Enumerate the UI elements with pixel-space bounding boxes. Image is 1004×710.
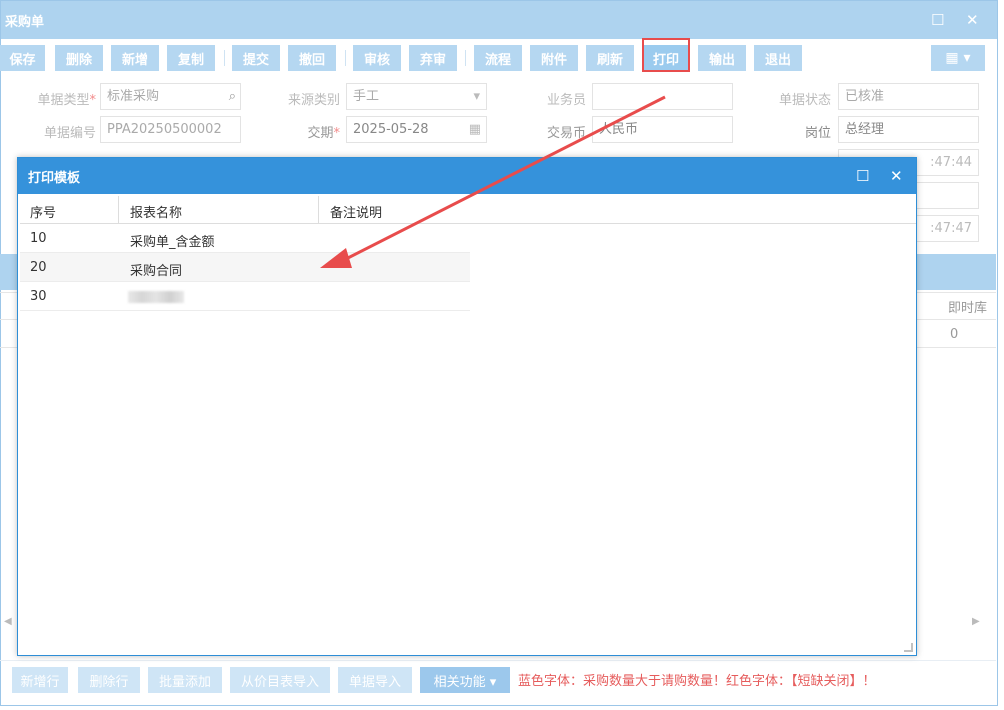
toolbar: 保存 删除 新增 复制 提交 撤回 审核 弃审 流程 附件 刷新 打印 输出 退… [0,40,996,76]
exit-button[interactable]: 退出 [754,45,802,71]
grid-icon: ▦ ▾ [945,50,971,66]
unapprove-button[interactable]: 弃审 [409,45,457,71]
delivery-label: 交期* [262,122,340,141]
position-label: 岗位 [804,126,831,141]
toolbar-divider [465,50,466,66]
doc-status-label: 单据状态 [778,93,831,108]
row-no: 20 [30,260,47,275]
column-divider [118,196,119,224]
table-row[interactable]: 20 采购合同 [20,253,470,282]
delivery-label-text: 交期 [307,126,334,141]
refresh-button[interactable]: 刷新 [586,45,634,71]
table-row[interactable]: 30 [20,282,470,311]
window-title-bar: 采购单 ☐ ✕ [1,1,997,39]
column-divider [318,196,319,224]
doc-type-label: 单据类型* [20,89,96,108]
import-from-pricelist-button[interactable]: 从价目表导入 [230,667,330,693]
withdraw-button[interactable]: 撤回 [288,45,336,71]
delete-button[interactable]: 删除 [55,45,103,71]
doc-no-field: PPA20250500002 [100,116,241,143]
column-header-note[interactable]: 备注说明 [330,202,382,221]
doc-import-button[interactable]: 单据导入 [338,667,412,693]
row-name: 采购单_含金额 [130,235,215,250]
row-name: 采购合同 [130,264,183,279]
export-button[interactable]: 输出 [698,45,746,71]
delivery-date-value: 2025-05-28 [353,122,429,137]
salesperson-label: 业务员 [546,93,586,108]
dialog-title-bar: 打印模板 ☐ ✕ [18,158,916,194]
delete-row-button[interactable]: 删除行 [78,667,140,693]
resize-handle-icon[interactable] [904,643,913,652]
currency-field[interactable]: 人民币 [592,116,733,143]
stock-column-header: 即时库 [948,301,988,316]
maximize-icon[interactable]: ☐ [856,167,869,185]
required-mark: * [89,93,97,108]
submit-button[interactable]: 提交 [232,45,280,71]
attachment-button[interactable]: 附件 [530,45,578,71]
template-table: 序号 报表名称 备注说明 10 采购单_含金额 20 采购合同 30 [20,196,916,311]
chevron-down-icon: ▾ [473,89,480,104]
scroll-right-icon[interactable]: ▶ [972,616,980,627]
related-functions-button[interactable]: 相关功能 ▾ [420,667,510,693]
toolbar-divider [224,50,225,66]
layout-menu-button[interactable]: ▦ ▾ [931,45,985,71]
redacted-text [128,291,184,303]
delivery-date-field[interactable]: 2025-05-28 ▦ [346,116,487,143]
currency-label: 交易币 [546,126,586,141]
window-title: 采购单 [5,14,45,30]
workflow-button[interactable]: 流程 [474,45,522,71]
close-icon[interactable]: ✕ [890,167,903,185]
source-type-value: 手工 [353,89,380,104]
print-highlight-box [642,38,690,72]
close-icon[interactable]: ✕ [966,11,979,29]
search-icon[interactable]: ⌕ [229,84,236,109]
new-button[interactable]: 新增 [111,45,159,71]
source-type-select[interactable]: 手工 ▾ [346,83,487,110]
column-header-no[interactable]: 序号 [30,202,56,221]
maximize-icon[interactable]: ☐ [931,11,944,29]
print-template-dialog: 打印模板 ☐ ✕ 序号 报表名称 备注说明 10 采购单_含金额 20 采购合同… [17,157,917,656]
source-type-label: 来源类别 [287,93,340,108]
doc-type-value: 标准采购 [107,89,160,104]
column-header-name[interactable]: 报表名称 [130,202,182,221]
dialog-title: 打印模板 [28,170,81,186]
doc-no-label: 单据编号 [43,126,96,141]
row-no: 10 [30,231,47,246]
doc-type-label-text: 单据类型 [37,93,90,108]
color-legend-hint: 蓝色字体：采购数量大于请购数量！红色字体：【短缺关闭】！ [518,674,876,689]
table-header: 序号 报表名称 备注说明 [20,196,916,224]
approve-button[interactable]: 审核 [353,45,401,71]
position-field[interactable]: 总经理 [838,116,979,143]
calendar-icon[interactable]: ▦ [469,117,481,142]
stock-cell: 0 [950,327,959,342]
scroll-left-icon[interactable]: ◀ [4,616,12,627]
copy-button[interactable]: 复制 [167,45,215,71]
table-row[interactable]: 10 采购单_含金额 [20,224,470,253]
salesperson-field[interactable] [592,83,733,110]
required-mark: * [333,126,341,141]
row-no: 30 [30,289,47,304]
doc-status-field: 已核准 [838,83,979,110]
save-button[interactable]: 保存 [0,45,45,71]
batch-add-button[interactable]: 批量添加 [148,667,222,693]
toolbar-divider [345,50,346,66]
doc-type-field[interactable]: 标准采购 ⌕ [100,83,241,110]
add-row-button[interactable]: 新增行 [12,667,68,693]
